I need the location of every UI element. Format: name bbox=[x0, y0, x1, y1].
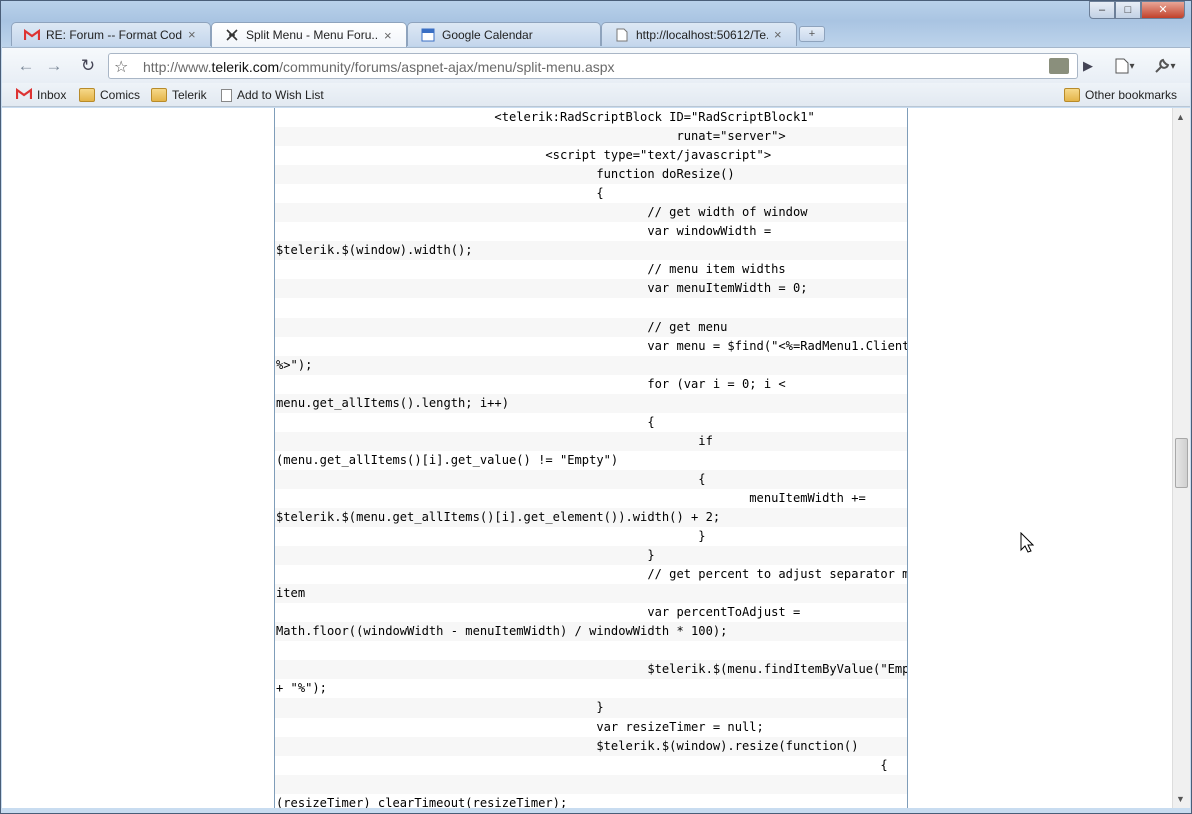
gmail-icon bbox=[15, 87, 33, 102]
forward-button[interactable]: → bbox=[42, 54, 66, 78]
code-line: for (var i = 0; i < bbox=[276, 376, 786, 391]
code-line: <telerik:RadScriptBlock ID="RadScriptBlo… bbox=[276, 110, 815, 124]
folder-icon bbox=[1064, 88, 1080, 102]
bookmark-add-to-wish-list[interactable]: Add to Wish List bbox=[221, 86, 324, 104]
navigation-toolbar: ← → ↻ ☆ http://www.telerik.com/community… bbox=[2, 47, 1190, 83]
code-line: var menu = $find("<%=RadMenu1.ClientID bbox=[276, 338, 907, 353]
code-line: item bbox=[275, 584, 907, 604]
back-button[interactable]: ← bbox=[14, 54, 38, 78]
code-line: (menu.get_allItems()[i].get_value() != "… bbox=[276, 452, 619, 467]
close-tab-icon[interactable]: × bbox=[774, 27, 786, 42]
tab-label: Google Calendar bbox=[442, 27, 533, 42]
code-line: + "%"); bbox=[276, 681, 327, 696]
code-line: %>"); bbox=[275, 355, 907, 375]
code-line: $telerik.$(window).width(); bbox=[275, 241, 907, 261]
bookmark-telerik[interactable]: Telerik bbox=[151, 86, 207, 104]
code-line: menuItemWidth += bbox=[276, 490, 866, 505]
wrench-menu-button[interactable]: ▾ bbox=[1148, 54, 1182, 78]
code-line: function doResize() bbox=[275, 165, 907, 185]
scroll-up-icon[interactable]: ▲ bbox=[1176, 112, 1185, 122]
code-line: $telerik.$(menu.findItemByValue("Empty")… bbox=[275, 660, 907, 680]
vertical-scrollbar[interactable]: ▲ ▼ bbox=[1172, 108, 1190, 808]
bookmarks-bar: Inbox Comics Telerik Add to Wish List Ot… bbox=[2, 83, 1190, 107]
bookmark-label: Add to Wish List bbox=[237, 88, 324, 102]
close-window-button[interactable]: ✕ bbox=[1141, 1, 1185, 19]
close-tab-icon[interactable]: × bbox=[384, 28, 396, 43]
code-line: menu.get_allItems().length; i++) bbox=[275, 393, 907, 413]
mouse-cursor-icon bbox=[1020, 532, 1034, 553]
wrench-icon bbox=[1155, 58, 1170, 73]
tab-google-calendar[interactable]: Google Calendar bbox=[407, 22, 601, 46]
folder-icon bbox=[79, 88, 95, 102]
calendar-icon bbox=[420, 27, 436, 43]
feed-icon[interactable] bbox=[1049, 58, 1069, 74]
bookmark-label: Inbox bbox=[37, 88, 67, 102]
bookmark-star-icon[interactable]: ☆ bbox=[114, 57, 128, 77]
page-menu-button[interactable]: ▾ bbox=[1108, 54, 1142, 78]
code-line: <script type="text/javascript"> bbox=[276, 148, 772, 163]
code-line: { bbox=[276, 414, 655, 429]
tab-strip: RE: Forum -- Format Cod... × Split Menu … bbox=[11, 22, 1111, 47]
address-bar[interactable]: ☆ http://www.telerik.com/community/forum… bbox=[108, 53, 1078, 79]
folder-icon bbox=[151, 88, 167, 102]
code-block[interactable]: <telerik:RadScriptBlock ID="RadScriptBlo… bbox=[274, 108, 908, 808]
code-line: // get width of window bbox=[275, 203, 907, 223]
code-line: var percentToAdjust = bbox=[276, 605, 801, 620]
page-menu-icon bbox=[1115, 58, 1129, 74]
page-icon bbox=[221, 88, 232, 102]
code-line: var menuItemWidth = 0; bbox=[275, 279, 907, 299]
code-line: if bbox=[275, 774, 907, 794]
code-line: var resizeTimer = null; bbox=[276, 719, 764, 734]
code-line: // menu item widths bbox=[276, 262, 786, 277]
code-line: (resizeTimer) clearTimeout(resizeTimer); bbox=[276, 795, 568, 808]
play-button[interactable]: ▶ bbox=[1076, 54, 1100, 78]
code-line: } bbox=[275, 698, 907, 718]
new-tab-button[interactable]: + bbox=[799, 26, 825, 42]
code-line: { bbox=[276, 757, 888, 772]
close-tab-icon[interactable]: × bbox=[188, 27, 200, 42]
minimize-button[interactable]: – bbox=[1089, 1, 1115, 19]
code-line: runat="server"> bbox=[275, 127, 907, 147]
code-line: } bbox=[275, 546, 907, 566]
bookmark-comics[interactable]: Comics bbox=[79, 86, 140, 104]
bookmark-label: Telerik bbox=[172, 88, 207, 102]
tab-split-menu[interactable]: Split Menu - Menu Foru... × bbox=[211, 22, 407, 47]
page-icon bbox=[614, 27, 630, 43]
bookmark-inbox[interactable]: Inbox bbox=[15, 86, 67, 104]
tab-gmail[interactable]: RE: Forum -- Format Cod... × bbox=[11, 22, 211, 46]
bookmark-label: Other bookmarks bbox=[1085, 88, 1178, 102]
telerik-icon bbox=[224, 27, 240, 43]
code-line: Math.floor((windowWidth - menuItemWidth)… bbox=[275, 622, 907, 642]
tab-localhost[interactable]: http://localhost:50612/Te... × bbox=[601, 22, 797, 46]
browser-window: – □ ✕ RE: Forum -- Format Cod... × Split… bbox=[0, 0, 1192, 814]
code-line: var windowWidth = bbox=[276, 224, 772, 239]
reload-button[interactable]: ↻ bbox=[76, 54, 100, 78]
code-line: if bbox=[275, 431, 907, 451]
code-line: { bbox=[276, 186, 604, 201]
tab-label: http://localhost:50612/Te... bbox=[636, 27, 768, 42]
page-content: <telerik:RadScriptBlock ID="RadScriptBlo… bbox=[2, 108, 1172, 808]
tab-label: RE: Forum -- Format Cod... bbox=[46, 27, 182, 42]
tab-label: Split Menu - Menu Foru... bbox=[246, 28, 378, 42]
code-line: $telerik.$(menu.get_allItems()[i].get_el… bbox=[275, 507, 907, 528]
code-line: } bbox=[276, 529, 706, 544]
maximize-button[interactable]: □ bbox=[1115, 1, 1141, 19]
code-line: // get menu bbox=[275, 317, 907, 337]
window-controls: – □ ✕ bbox=[1089, 1, 1185, 19]
gmail-icon bbox=[24, 27, 40, 43]
code-line: $telerik.$(window).resize(function() bbox=[275, 736, 907, 756]
url-text[interactable]: http://www.telerik.com/community/forums/… bbox=[143, 59, 615, 75]
scroll-down-icon[interactable]: ▼ bbox=[1176, 794, 1185, 804]
bookmark-label: Comics bbox=[100, 88, 141, 102]
scroll-thumb[interactable] bbox=[1175, 438, 1188, 488]
code-line: { bbox=[275, 469, 907, 489]
code-line: // get percent to adjust separator menu bbox=[276, 567, 907, 582]
bookmark-other[interactable]: Other bookmarks bbox=[1064, 86, 1177, 104]
